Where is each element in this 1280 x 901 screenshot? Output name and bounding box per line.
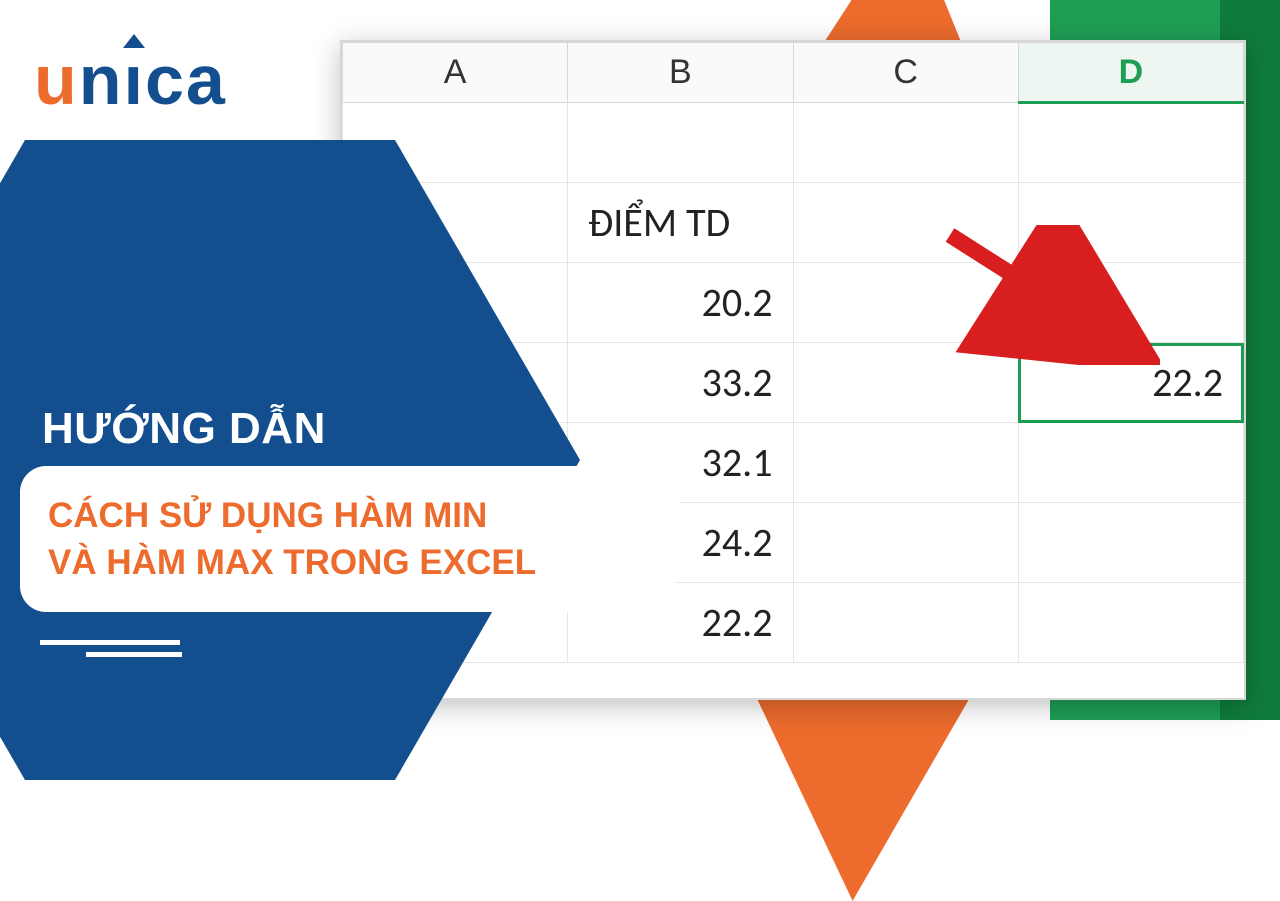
overlay-line2: VÀ HÀM MAX TRONG EXCEL <box>48 539 636 586</box>
cell-max-label[interactable]: MAX <box>1018 263 1243 343</box>
cell-max-result[interactable]: 22.2 <box>1018 343 1243 423</box>
decor-lines <box>40 640 200 658</box>
logo-letter-u: u <box>34 41 79 119</box>
cell-value[interactable]: 20.2 <box>568 263 793 343</box>
logo-rest: nıca <box>79 41 227 119</box>
overlay-card-arrow-icon <box>652 466 710 612</box>
col-header-a[interactable]: A <box>343 43 568 103</box>
cell-value[interactable]: 33.2 <box>568 343 793 423</box>
cell-header-b[interactable]: ĐIỂM TD <box>568 183 793 263</box>
overlay-white-card: CÁCH SỬ DỤNG HÀM MIN VÀ HÀM MAX TRONG EX… <box>20 466 664 612</box>
overlay-guide-title: HƯỚNG DẪN <box>42 404 326 454</box>
col-header-c[interactable]: C <box>793 43 1018 103</box>
col-header-b[interactable]: B <box>568 43 793 103</box>
col-header-d[interactable]: D <box>1018 43 1243 103</box>
brand-logo: unıca <box>34 40 227 120</box>
overlay-line1: CÁCH SỬ DỤNG HÀM MIN <box>48 492 636 539</box>
